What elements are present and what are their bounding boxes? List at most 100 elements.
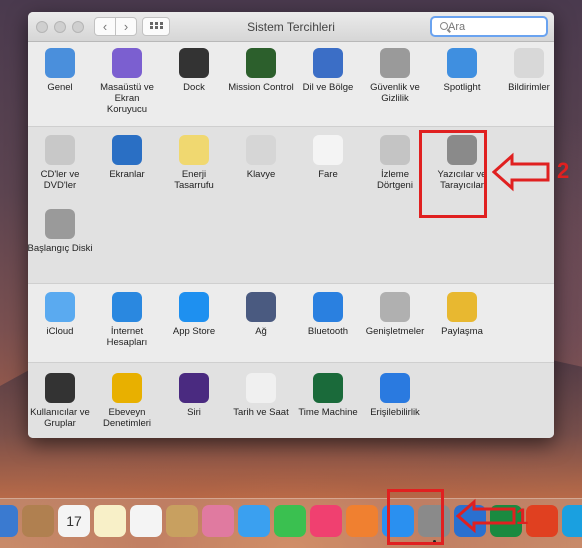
calendar-icon[interactable]: 17: [58, 505, 90, 537]
pane-keyboard[interactable]: Klavye: [228, 135, 294, 180]
pane-display[interactable]: Ekranlar: [94, 135, 160, 180]
pane-general[interactable]: Genel: [28, 48, 93, 93]
pane-cloud[interactable]: iCloud: [28, 292, 93, 337]
pane-label: iCloud: [46, 326, 74, 337]
opera-icon[interactable]: [526, 505, 558, 537]
pane-label: Ebeveyn Denetimleri: [102, 407, 152, 429]
accessibility-icon: [380, 373, 410, 403]
hard-disk-icon: [45, 209, 75, 239]
pane-disc[interactable]: CD'ler ve DVD'ler: [28, 135, 93, 191]
notifications-icon: [514, 48, 544, 78]
bluetooth-icon: [313, 292, 343, 322]
pane-label: Fare: [318, 169, 338, 180]
pane-app-store[interactable]: App Store: [161, 292, 227, 337]
mission-control-icon: [246, 48, 276, 78]
section-internet: iCloud İnternet Hesapları App Store Ağ Bluet…: [28, 284, 554, 362]
pane-siri[interactable]: Siri: [161, 373, 227, 418]
pane-label: Paylaşma: [441, 326, 483, 337]
system-preferences-window: ‹ › Sistem Tercihleri Genel Masaüstü ve E…: [28, 12, 554, 438]
pane-label: Tarih ve Saat: [233, 407, 289, 418]
pane-dock[interactable]: Dock: [161, 48, 227, 93]
pane-globe-flag[interactable]: Dil ve Bölge: [295, 48, 361, 93]
pane-users[interactable]: Kullanıcılar ve Gruplar: [28, 373, 93, 429]
pane-hard-disk[interactable]: Başlangıç Diski: [28, 209, 93, 254]
pane-network-globe[interactable]: Ağ: [228, 292, 294, 337]
annotation-label-2: 2: [557, 158, 570, 183]
network-globe-icon: [246, 292, 276, 322]
highlight-box-system-preferences: [387, 489, 444, 545]
contacts-icon[interactable]: [22, 505, 54, 537]
pane-label: Bildirimler: [508, 82, 550, 93]
pane-label: Güvenlik ve Gizlilik: [370, 82, 420, 104]
pane-mission-control[interactable]: Mission Control: [228, 48, 294, 93]
pane-label: Ekranlar: [109, 169, 145, 180]
pane-notifications[interactable]: Bildirimler: [496, 48, 554, 93]
pane-label: Dock: [183, 82, 205, 93]
magnifier-icon: [447, 48, 477, 78]
pane-magnifier[interactable]: Spotlight: [429, 48, 495, 93]
skype-icon[interactable]: [562, 505, 582, 537]
pane-label: Genişletmeler: [365, 326, 425, 337]
photos-icon[interactable]: [202, 505, 234, 537]
app-store-icon: [179, 292, 209, 322]
pane-clock-calendar[interactable]: Tarih ve Saat: [228, 373, 294, 418]
pane-label: Genel: [47, 82, 73, 93]
section-system: Kullanıcılar ve Gruplar Ebeveyn Denetimle…: [28, 362, 554, 438]
pane-label: Kullanıcılar ve Gruplar: [30, 407, 90, 429]
pane-at-sign[interactable]: İnternet Hesapları: [94, 292, 160, 348]
time-machine-icon: [313, 373, 343, 403]
search-icon: [440, 22, 448, 30]
pane-accessibility[interactable]: Erişilebilirlik: [362, 373, 428, 418]
music-icon[interactable]: [310, 505, 342, 537]
pane-label: Ağ: [255, 326, 267, 337]
clock-calendar-icon: [246, 373, 276, 403]
display-icon: [112, 135, 142, 165]
trackpad-icon: [380, 135, 410, 165]
keyboard-icon: [246, 135, 276, 165]
cloud-icon: [45, 292, 75, 322]
pane-sharing[interactable]: Paylaşma: [429, 292, 495, 337]
disc-icon: [45, 135, 75, 165]
pane-label: Time Machine: [298, 407, 358, 418]
section-personal: Genel Masaüstü ve Ekran Koruyucu Dock Missi…: [28, 42, 554, 126]
general-icon: [45, 48, 75, 78]
pane-time-machine[interactable]: Time Machine: [295, 373, 361, 418]
pane-label: Erişilebilirlik: [370, 407, 420, 418]
users-icon: [45, 373, 75, 403]
messages-icon[interactable]: [238, 505, 270, 537]
pane-parental[interactable]: Ebeveyn Denetimleri: [94, 373, 160, 429]
notes-icon[interactable]: [94, 505, 126, 537]
pane-label: Klavye: [246, 169, 276, 180]
house-lock-icon: [380, 48, 410, 78]
pane-label: App Store: [172, 326, 216, 337]
pane-label: Dil ve Bölge: [302, 82, 354, 93]
pane-puzzle[interactable]: Genişletmeler: [362, 292, 428, 337]
pane-label: Spotlight: [443, 82, 481, 93]
pane-label: Başlangıç Diski: [28, 243, 93, 254]
parental-icon: [112, 373, 142, 403]
desktop-icon: [112, 48, 142, 78]
pane-house-lock[interactable]: Güvenlik ve Gizlilik: [362, 48, 428, 104]
pane-label: İnternet Hesapları: [106, 326, 148, 348]
books-icon[interactable]: [346, 505, 378, 537]
facetime-icon[interactable]: [274, 505, 306, 537]
siri-icon: [179, 373, 209, 403]
finder-icon[interactable]: [0, 505, 18, 537]
globe-flag-icon: [313, 48, 343, 78]
annotation-arrow-2: [492, 152, 550, 192]
puzzle-icon: [380, 292, 410, 322]
pane-label: Enerji Tasarrufu: [174, 169, 214, 191]
dock-icon: [179, 48, 209, 78]
pane-label: Bluetooth: [307, 326, 349, 337]
pane-label: CD'ler ve DVD'ler: [40, 169, 80, 191]
title-bar: ‹ › Sistem Tercihleri: [28, 12, 554, 42]
mouse-icon: [313, 135, 343, 165]
reminders-icon[interactable]: [130, 505, 162, 537]
pane-bluetooth[interactable]: Bluetooth: [295, 292, 361, 337]
lightbulb-icon: [179, 135, 209, 165]
sharing-icon: [447, 292, 477, 322]
pane-mouse[interactable]: Fare: [295, 135, 361, 180]
pane-desktop[interactable]: Masaüstü ve Ekran Koruyucu: [94, 48, 160, 115]
pane-lightbulb[interactable]: Enerji Tasarrufu: [161, 135, 227, 191]
preview-icon[interactable]: [166, 505, 198, 537]
